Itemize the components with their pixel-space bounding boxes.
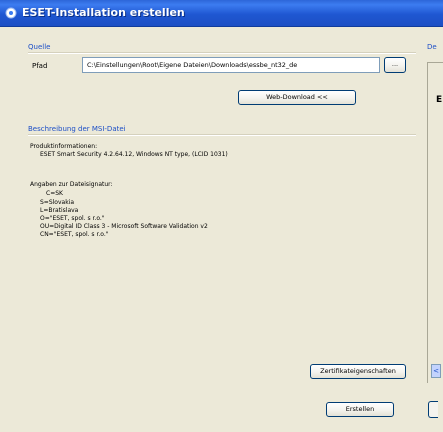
window-title: ESET-Installation erstellen (22, 6, 185, 19)
window-icon (5, 7, 17, 19)
web-download-label: Web-Download << (266, 93, 328, 101)
right-partial-button[interactable] (428, 401, 438, 418)
msi-separator (28, 134, 416, 136)
signature-line: O="ESET, spol. s r.o." (40, 215, 105, 222)
path-label: Pfad (32, 62, 48, 70)
browse-button-label: ... (391, 60, 399, 68)
web-download-button[interactable]: Web-Download << (238, 90, 356, 105)
product-info-label: Produktinformationen: (30, 143, 98, 150)
path-field[interactable]: C:\Einstellungen\Root\Eigene Dateien\Dow… (82, 57, 380, 73)
browse-button[interactable]: ... (384, 57, 406, 73)
msi-info-area: Produktinformationen: ESET Smart Securit… (28, 143, 408, 353)
create-button[interactable]: Erstellen (326, 402, 394, 417)
right-panel-box: E < (427, 62, 443, 383)
signature-line: OU=Digital ID Class 3 - Microsoft Softwa… (40, 223, 208, 230)
chevron-left-icon: < (433, 367, 439, 375)
msi-section-title: Beschreibung der MSI-Datei (28, 125, 126, 133)
source-section-title: Quelle (28, 43, 51, 51)
right-panel-letter: E (436, 95, 443, 105)
signature-line: CN="ESET, spol. s r.o." (40, 231, 109, 238)
signature-line: S=Slovakia (40, 199, 75, 206)
title-bar[interactable]: ESET-Installation erstellen (0, 0, 443, 27)
create-button-label: Erstellen (345, 405, 375, 413)
product-info-value: ESET Smart Security 4.2.64.12, Windows N… (40, 151, 228, 158)
right-scroll-left-button[interactable]: < (431, 364, 441, 378)
signature-line: C=SK (46, 190, 63, 197)
signature-line: L=Bratislava (40, 207, 79, 214)
source-separator (28, 52, 416, 54)
certificate-properties-label: Zertifikateigenschaften (320, 367, 396, 375)
certificate-properties-button[interactable]: Zertifikateigenschaften (310, 364, 406, 379)
signature-label: Angaben zur Dateisignatur: (30, 181, 113, 188)
right-section-title-fragment: De (427, 43, 437, 51)
eset-installation-window: ESET-Installation erstellen Quelle Pfad … (0, 0, 443, 432)
